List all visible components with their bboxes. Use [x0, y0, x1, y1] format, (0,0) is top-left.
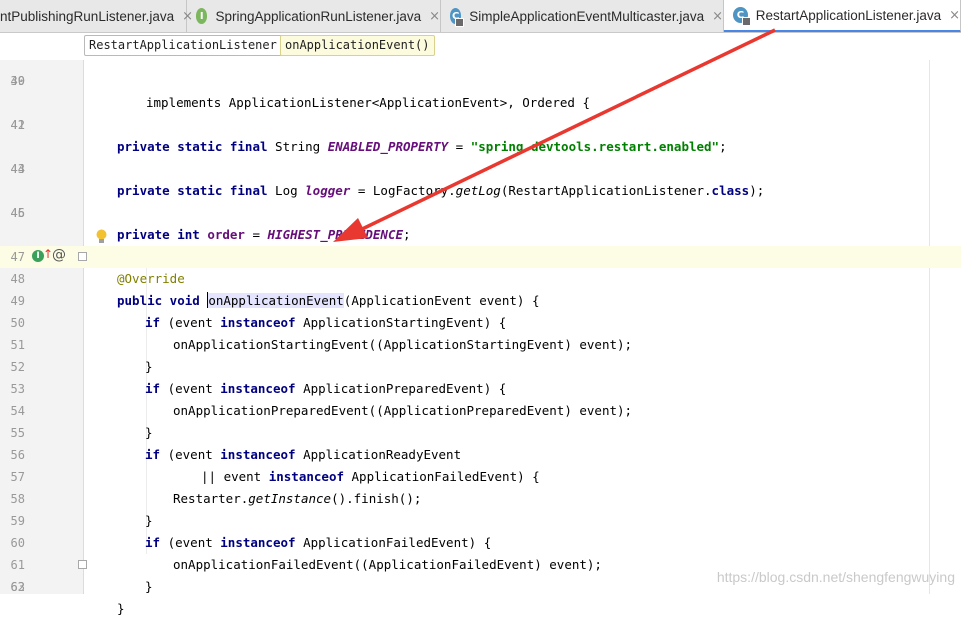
fold-marker-icon[interactable]: [78, 252, 87, 261]
fold-marker-icon[interactable]: [78, 560, 87, 569]
tab-run-listener[interactable]: ntPublishingRunListener.java ×: [0, 0, 193, 32]
code-line[interactable]: 47 @Override: [0, 224, 961, 286]
tab-label: SimpleApplicationEventMulticaster.java: [469, 8, 705, 24]
code-line[interactable]: 41 private static final String ENABLED_P…: [0, 92, 961, 154]
code-line[interactable]: 55 if (event instanceof ApplicationReady…: [0, 400, 961, 462]
code-line-current[interactable]: 48 public void onApplicationEvent(Applic…: [0, 246, 961, 308]
code-line[interactable]: 52 if (event instanceof ApplicationPrepa…: [0, 334, 961, 396]
interface-icon: I: [196, 8, 208, 24]
lightbulb-icon[interactable]: [96, 229, 107, 245]
close-icon[interactable]: ×: [429, 9, 440, 24]
at-icon[interactable]: @: [52, 247, 66, 263]
code-line[interactable]: 45 private int order = HIGHEST_PRECEDENC…: [0, 180, 961, 242]
code-line[interactable]: 50 onApplicationStartingEvent((Applicati…: [0, 290, 961, 352]
code-line[interactable]: 42: [0, 114, 961, 136]
code-line[interactable]: 54 }: [0, 378, 961, 440]
close-icon[interactable]: ×: [712, 9, 723, 24]
code-line[interactable]: 56 || event instanceof ApplicationFailed…: [0, 422, 961, 484]
code-line[interactable]: 39 implements ApplicationListener<Applic…: [0, 48, 961, 110]
code-text: }: [117, 601, 125, 616]
watermark: https://blog.csdn.net/shengfengwuying: [716, 569, 955, 585]
code-line[interactable]: 53 onApplicationPreparedEvent((Applicati…: [0, 356, 961, 418]
editor-tab-bar: ntPublishingRunListener.java × I SpringA…: [0, 0, 961, 33]
code-line[interactable]: 57 Restarter.getInstance().finish();: [0, 444, 961, 506]
tab-label: RestartApplicationListener.java: [755, 7, 942, 23]
code-line[interactable]: 49 if (event instanceof ApplicationStart…: [0, 268, 961, 330]
code-line[interactable]: 58 }: [0, 466, 961, 528]
close-icon[interactable]: ×: [949, 8, 960, 23]
code-line[interactable]: 59 if (event instanceof ApplicationFaile…: [0, 488, 961, 550]
code-line[interactable]: 44: [0, 158, 961, 180]
code-line[interactable]: 40: [0, 70, 961, 92]
class-icon: C: [450, 8, 465, 27]
class-icon: C: [733, 7, 751, 26]
code-line[interactable]: 43 private static final Log logger = Log…: [0, 136, 961, 198]
code-line[interactable]: 60 onApplicationFailedEvent((Application…: [0, 510, 961, 572]
tab-spring-application-run-listener[interactable]: I SpringApplicationRunListener.java ×: [187, 0, 441, 32]
tab-simple-application-event-multicaster[interactable]: C SimpleApplicationEventMulticaster.java…: [441, 0, 724, 32]
tab-restart-application-listener[interactable]: C RestartApplicationListener.java ×: [724, 0, 961, 32]
code-line[interactable]: 46: [0, 202, 961, 224]
code-line[interactable]: 51 }: [0, 312, 961, 374]
tab-label: SpringApplicationRunListener.java: [215, 8, 422, 24]
tab-label: ntPublishingRunListener.java: [0, 8, 175, 24]
code-line[interactable]: 61 }: [0, 532, 961, 594]
